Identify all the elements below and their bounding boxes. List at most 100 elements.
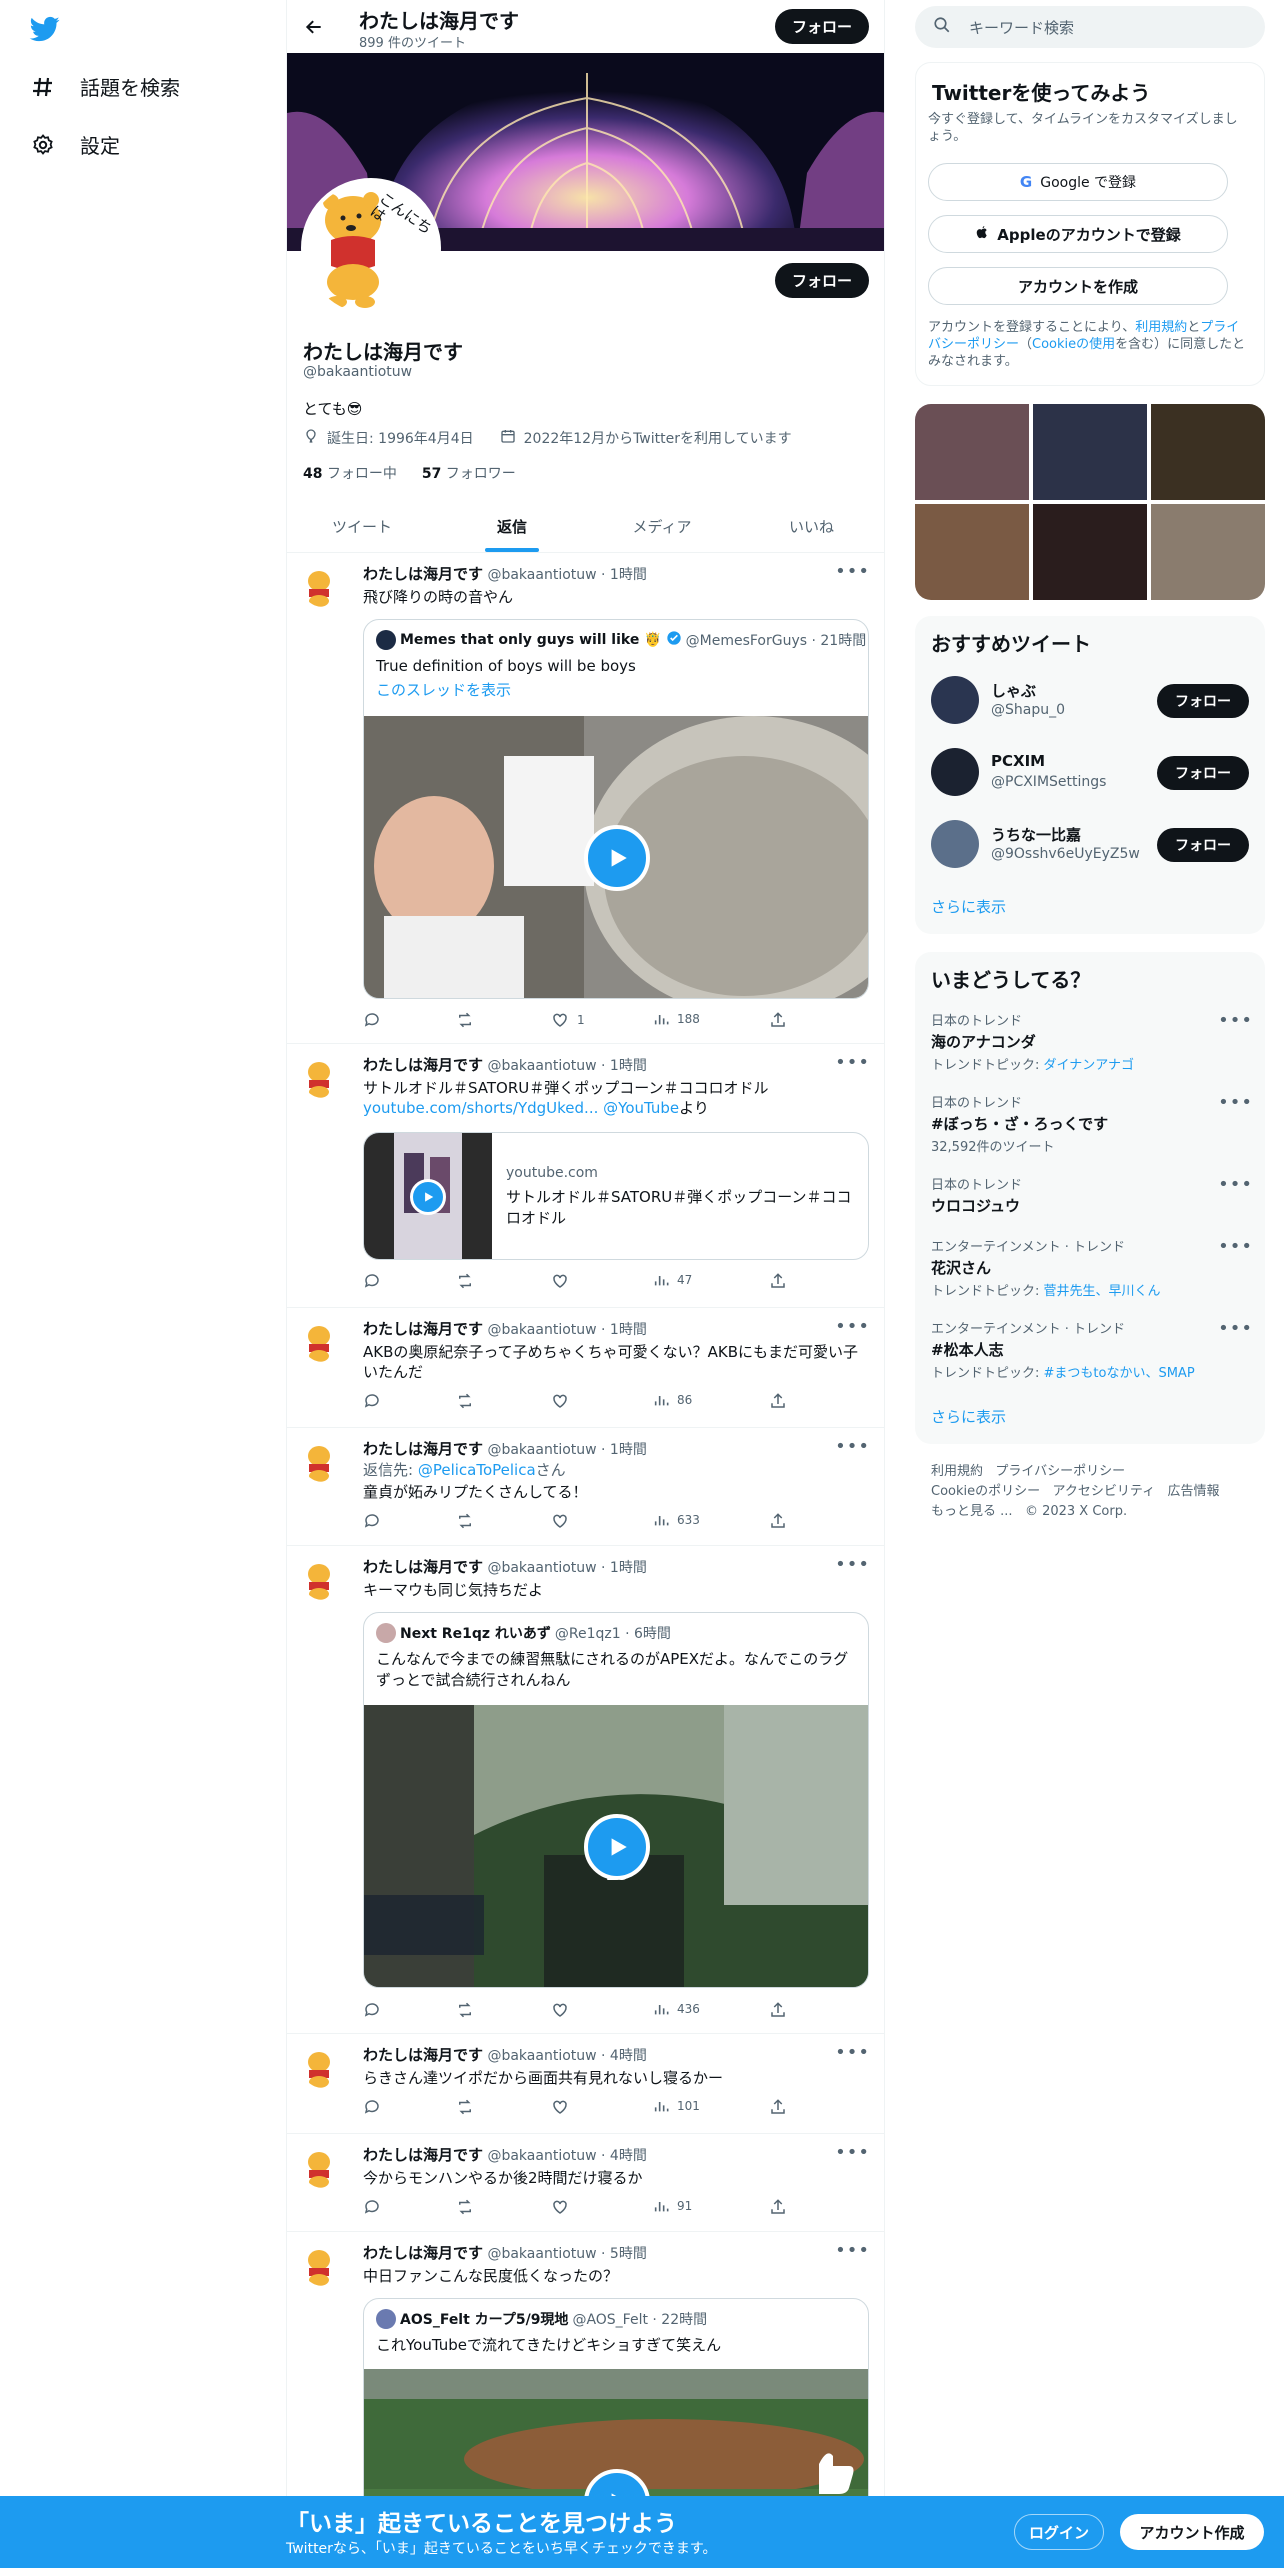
tweet[interactable]: わたしは海月です @bakaantiotuw · 4時間 ••• 今からモンハン… xyxy=(287,2134,884,2232)
views-button[interactable]: 633 xyxy=(653,1512,700,1528)
more-icon[interactable]: ••• xyxy=(835,1554,870,1575)
share-icon[interactable] xyxy=(769,1512,787,1530)
reply-button[interactable] xyxy=(363,1392,381,1410)
tweet[interactable]: わたしは海月です @bakaantiotuw · 1時間 ••• 飛び降りの時の… xyxy=(287,553,884,1044)
play-button-icon[interactable] xyxy=(584,1814,650,1880)
reply-to-mention[interactable]: @PelicaToPelica xyxy=(418,1461,536,1479)
tweet-author-name[interactable]: わたしは海月です xyxy=(363,2244,483,2262)
more-icon[interactable]: ••• xyxy=(1218,1318,1253,1339)
more-icon[interactable]: ••• xyxy=(835,1436,870,1457)
trend-topic-link[interactable]: ダイナンアナゴ xyxy=(1044,1058,1134,1073)
trend-item[interactable]: 日本のトレンド #ぼっち・ざ・ろっくです 32,592件のツイート ••• xyxy=(931,1092,1253,1155)
tweet-avatar[interactable] xyxy=(301,1318,345,1362)
like-button[interactable] xyxy=(551,1512,569,1530)
like-button[interactable] xyxy=(551,1272,569,1290)
views-button[interactable]: 47 xyxy=(653,1272,692,1288)
reply-button[interactable] xyxy=(363,1512,381,1530)
back-arrow-icon[interactable] xyxy=(299,12,329,42)
share-icon[interactable] xyxy=(769,2001,787,2019)
footer-cookie[interactable]: Cookieのポリシー xyxy=(931,1484,1040,1499)
header-follow-button[interactable]: フォロー xyxy=(775,9,869,44)
reply-button[interactable] xyxy=(363,2098,381,2116)
tweet-author-name[interactable]: わたしは海月です xyxy=(363,1558,483,1576)
cookie-link[interactable]: Cookieの使用 xyxy=(1032,337,1115,352)
search-box[interactable]: キーワード検索 xyxy=(915,6,1265,48)
quoted-tweet[interactable]: Next Re1qz れいあず @Re1qz1 · 6時間 こんなんで今までの練… xyxy=(363,1612,869,1988)
retweet-button[interactable] xyxy=(455,2198,475,2216)
reply-button[interactable] xyxy=(363,2198,381,2216)
recommended-user[interactable]: しゃぶ @Shapu_0 フォロー xyxy=(931,676,1251,726)
tweet[interactable]: わたしは海月です @bakaantiotuw · 1時間 ••• サトルオドル＃… xyxy=(287,1044,884,1308)
tab-replies[interactable]: 返信 xyxy=(437,500,587,553)
more-icon[interactable]: ••• xyxy=(1218,1092,1253,1113)
following-link[interactable]: 48 フォロー中 xyxy=(303,466,397,482)
tab-media[interactable]: メディア xyxy=(587,500,737,553)
more-icon[interactable]: ••• xyxy=(1218,1236,1253,1257)
share-icon[interactable] xyxy=(769,1392,787,1410)
more-icon[interactable]: ••• xyxy=(1218,1174,1253,1195)
media-thumb[interactable] xyxy=(1033,404,1147,500)
tweet-avatar[interactable] xyxy=(301,2044,345,2088)
tweet-avatar[interactable] xyxy=(301,1556,345,1600)
show-more-link[interactable]: さらに表示 xyxy=(931,896,1006,917)
views-button[interactable]: 91 xyxy=(653,2198,692,2214)
retweet-button[interactable] xyxy=(455,1512,475,1530)
like-button[interactable] xyxy=(551,2001,569,2019)
share-icon[interactable] xyxy=(769,1011,787,1029)
tweet-avatar[interactable] xyxy=(301,1054,345,1098)
tweet-author-name[interactable]: わたしは海月です xyxy=(363,1320,483,1338)
footer-terms[interactable]: 利用規約 xyxy=(931,1464,983,1479)
profile-avatar[interactable]: こんにちは xyxy=(301,178,441,318)
media-thumb[interactable] xyxy=(915,404,1029,500)
share-icon[interactable] xyxy=(769,2198,787,2216)
trend-item[interactable]: 日本のトレンド ウロコジュウ ••• xyxy=(931,1174,1253,1216)
more-icon[interactable]: ••• xyxy=(835,2240,870,2261)
quote-video[interactable]: 25 xyxy=(364,1705,868,1987)
tweet-author-name[interactable]: わたしは海月です xyxy=(363,2046,483,2064)
trend-item[interactable]: エンターテインメント · トレンド #松本人志 トレンドトピック: #まつもto… xyxy=(931,1318,1253,1381)
tweet-author-name[interactable]: わたしは海月です xyxy=(363,565,483,583)
more-icon[interactable]: ••• xyxy=(835,1052,870,1073)
quoted-tweet[interactable]: Memes that only guys will like 🤴 @MemesF… xyxy=(363,619,869,999)
reply-button[interactable] xyxy=(363,1011,389,1029)
footer-accessibility[interactable]: アクセシビリティ xyxy=(1053,1484,1156,1499)
more-icon[interactable]: ••• xyxy=(1218,1010,1253,1031)
tweet[interactable]: わたしは海月です @bakaantiotuw · 1時間 ••• キーマウも同じ… xyxy=(287,1546,884,2034)
follow-button[interactable]: フォロー xyxy=(1157,684,1249,718)
trend-item[interactable]: 日本のトレンド 海のアナコンダ トレンドトピック: ダイナンアナゴ ••• xyxy=(931,1010,1253,1073)
youtube-mention[interactable]: @YouTube xyxy=(603,1099,679,1117)
share-icon[interactable] xyxy=(769,1272,787,1290)
show-more-trends-link[interactable]: さらに表示 xyxy=(931,1406,1006,1427)
more-icon[interactable]: ••• xyxy=(835,561,870,582)
signup-button[interactable]: アカウント作成 xyxy=(1120,2514,1264,2550)
nav-explore[interactable]: 話題を検索 xyxy=(30,72,180,101)
like-button[interactable] xyxy=(551,2198,569,2216)
terms-link[interactable]: 利用規約 xyxy=(1135,320,1187,335)
retweet-button[interactable] xyxy=(455,1392,475,1410)
recommended-user[interactable]: PCXIM @PCXIMSettings フォロー xyxy=(931,748,1251,798)
tweet-author-name[interactable]: わたしは海月です xyxy=(363,1440,483,1458)
more-icon[interactable]: ••• xyxy=(835,1316,870,1337)
trend-topic-link[interactable]: #まつもtoなかい、SMAP xyxy=(1044,1366,1195,1381)
quote-video[interactable] xyxy=(364,716,868,998)
tweet[interactable]: わたしは海月です @bakaantiotuw · 1時間 ••• 返信先: @P… xyxy=(287,1428,884,1546)
follow-button[interactable]: フォロー xyxy=(1157,756,1249,790)
tweet-avatar[interactable] xyxy=(301,2242,345,2286)
footer-ads[interactable]: 広告情報 xyxy=(1168,1484,1220,1499)
profile-follow-button[interactable]: フォロー xyxy=(775,263,869,298)
like-button[interactable] xyxy=(551,2098,569,2116)
trend-item[interactable]: エンターテインメント · トレンド 花沢さん トレンドトピック: 菅井先生、早川… xyxy=(931,1236,1253,1299)
twitter-logo-icon[interactable] xyxy=(28,14,62,44)
tweet-avatar[interactable] xyxy=(301,1438,345,1482)
login-button[interactable]: ログイン xyxy=(1014,2514,1104,2550)
retweet-button[interactable] xyxy=(455,1011,483,1029)
views-button[interactable]: 436 xyxy=(653,2001,700,2017)
tweet-avatar[interactable] xyxy=(301,2144,345,2188)
tweet-author-name[interactable]: わたしは海月です xyxy=(363,2146,483,2164)
apple-signup-button[interactable]: Appleのアカウントで登録 xyxy=(928,215,1228,253)
recommended-user[interactable]: うちな一比嘉 @9Osshv6eUyEyZ5w フォロー xyxy=(931,820,1251,870)
tweet[interactable]: わたしは海月です @bakaantiotuw · 4時間 ••• らきさん達ツイ… xyxy=(287,2034,884,2134)
retweet-button[interactable] xyxy=(455,2098,475,2116)
link-card[interactable]: youtube.com サトルオドル＃SATORU＃弾くポップコーン＃ココロオド… xyxy=(363,1132,869,1260)
show-thread-link[interactable]: このスレッドを表示 xyxy=(376,680,856,701)
